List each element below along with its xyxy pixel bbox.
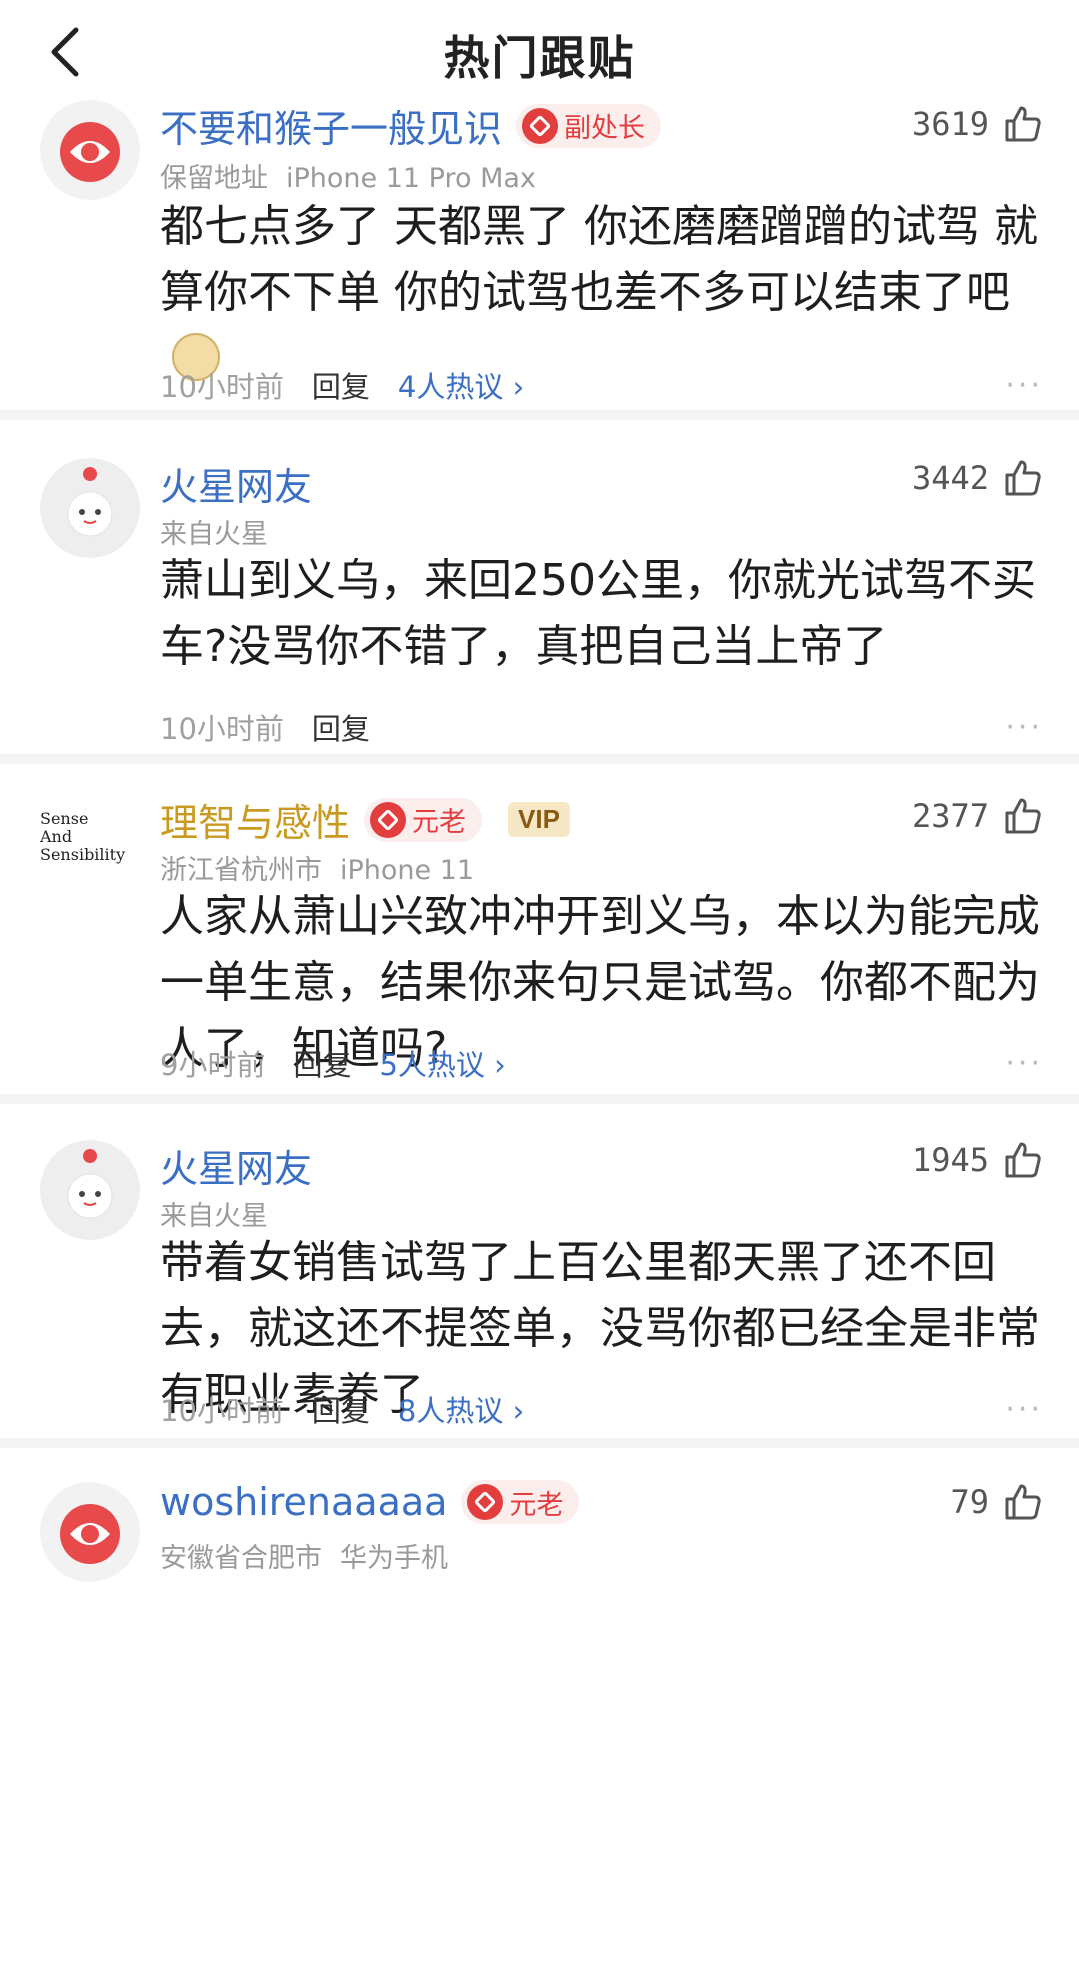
like-count: 1945 [911, 1141, 989, 1179]
comment-footer: 10小时前 回复 4人热议 › ··· [160, 364, 1043, 406]
like-button[interactable]: 1945 [912, 1140, 1043, 1180]
username[interactable]: 不要和猴子一般见识 副处长 [160, 98, 662, 153]
rank-badge-icon [522, 107, 559, 144]
comment-footer: 10小时前 回复 8人热议 › ··· [160, 1388, 1043, 1430]
comment-text: 都七点多了 天都黑了 你还磨磨蹭蹭的试驾 就算你不下单 你的试驾也差不多可以结束… [160, 194, 1040, 392]
device-info: 保留地址 iPhone 11 Pro Max [160, 163, 536, 194]
hot-discussion-link[interactable]: 8人热议 › [398, 1388, 524, 1430]
comment-item: 火星网友 1945 来自火星 带着女销售试驾了上百公里都天黑了还不回去，就这还不… [0, 1104, 1079, 1448]
more-options-icon[interactable]: ··· [1005, 1046, 1043, 1081]
like-button[interactable]: 3619 [912, 104, 1043, 144]
comment-footer: 10小时前 回复 ··· [160, 706, 1043, 748]
top-bar: 热门跟贴 [0, 0, 1079, 100]
comment-item: 不要和猴子一般见识 副处长 3619 保留地址 iPhone 11 Pro Max… [0, 100, 1079, 420]
timestamp: 10小时前 [160, 370, 284, 404]
comment-item: 火星网友 3442 来自火星 萧山到义乌，来回250公里，你就光试驾不买车?没骂… [0, 420, 1079, 764]
username[interactable]: 火星网友 [160, 1138, 312, 1193]
avatar[interactable]: Sense And Sensibility [40, 810, 150, 864]
rank-badge: 元老 [461, 1480, 580, 1524]
thumbs-up-icon[interactable] [1003, 1482, 1043, 1522]
reply-button[interactable]: 回复 [312, 1388, 370, 1430]
page-title: 热门跟贴 [443, 31, 636, 85]
comment-item: Sense And Sensibility 理智与感性 元老 VIP 2377 … [0, 764, 1079, 1104]
avatar[interactable] [40, 458, 140, 558]
device-info: 来自火星 [160, 519, 268, 550]
rank-badge-icon [370, 801, 407, 838]
like-button[interactable]: 3442 [912, 458, 1043, 498]
username[interactable]: woshirenaaaaa 元老 [160, 1480, 580, 1524]
comment-footer: 9小时前 回复 5人热议 › ··· [160, 1042, 1043, 1084]
like-count: 3619 [911, 105, 989, 143]
comment-item: woshirenaaaaa 元老 79 安徽省合肥市 华为手机 [0, 1448, 1079, 1648]
device-info: 安徽省合肥市 华为手机 [160, 1543, 448, 1574]
avatar[interactable] [40, 1482, 140, 1582]
timestamp: 9小时前 [160, 1048, 266, 1082]
hot-discussion-link[interactable]: 5人热议 › [379, 1042, 505, 1084]
username[interactable]: 火星网友 [160, 456, 312, 511]
device-info: 来自火星 [160, 1201, 268, 1232]
more-options-icon[interactable]: ··· [1005, 710, 1043, 745]
timestamp: 10小时前 [160, 1394, 284, 1428]
username[interactable]: 理智与感性 元老 VIP [160, 792, 570, 847]
thumbs-up-icon[interactable] [1003, 1140, 1043, 1180]
reply-button[interactable]: 回复 [312, 364, 370, 406]
device-info: 浙江省杭州市 iPhone 11 [160, 855, 475, 886]
like-count: 3442 [911, 459, 989, 497]
more-options-icon[interactable]: ··· [1005, 1392, 1043, 1427]
reply-button[interactable]: 回复 [293, 1042, 351, 1084]
timestamp: 10小时前 [160, 712, 284, 746]
like-button[interactable]: 79 [950, 1482, 1043, 1522]
like-count: 79 [950, 1483, 989, 1521]
thumbs-up-icon[interactable] [1003, 104, 1043, 144]
hot-discussion-link[interactable]: 4人热议 › [398, 364, 524, 406]
rank-badge: 元老 [364, 797, 483, 842]
rank-badge-icon [467, 1484, 504, 1520]
thumbs-up-icon[interactable] [1003, 458, 1043, 498]
thumbs-up-icon[interactable] [1003, 796, 1043, 836]
more-options-icon[interactable]: ··· [1005, 368, 1043, 403]
vip-badge: VIP [508, 802, 570, 837]
like-count: 2377 [911, 797, 989, 835]
reply-button[interactable]: 回复 [312, 706, 370, 748]
comment-text: 萧山到义乌，来回250公里，你就光试驾不买车?没骂你不错了，真把自己当上帝了 [160, 555, 1036, 672]
avatar[interactable] [40, 100, 140, 200]
rank-badge: 副处长 [516, 103, 662, 148]
avatar[interactable] [40, 1140, 140, 1240]
like-button[interactable]: 2377 [912, 796, 1043, 836]
